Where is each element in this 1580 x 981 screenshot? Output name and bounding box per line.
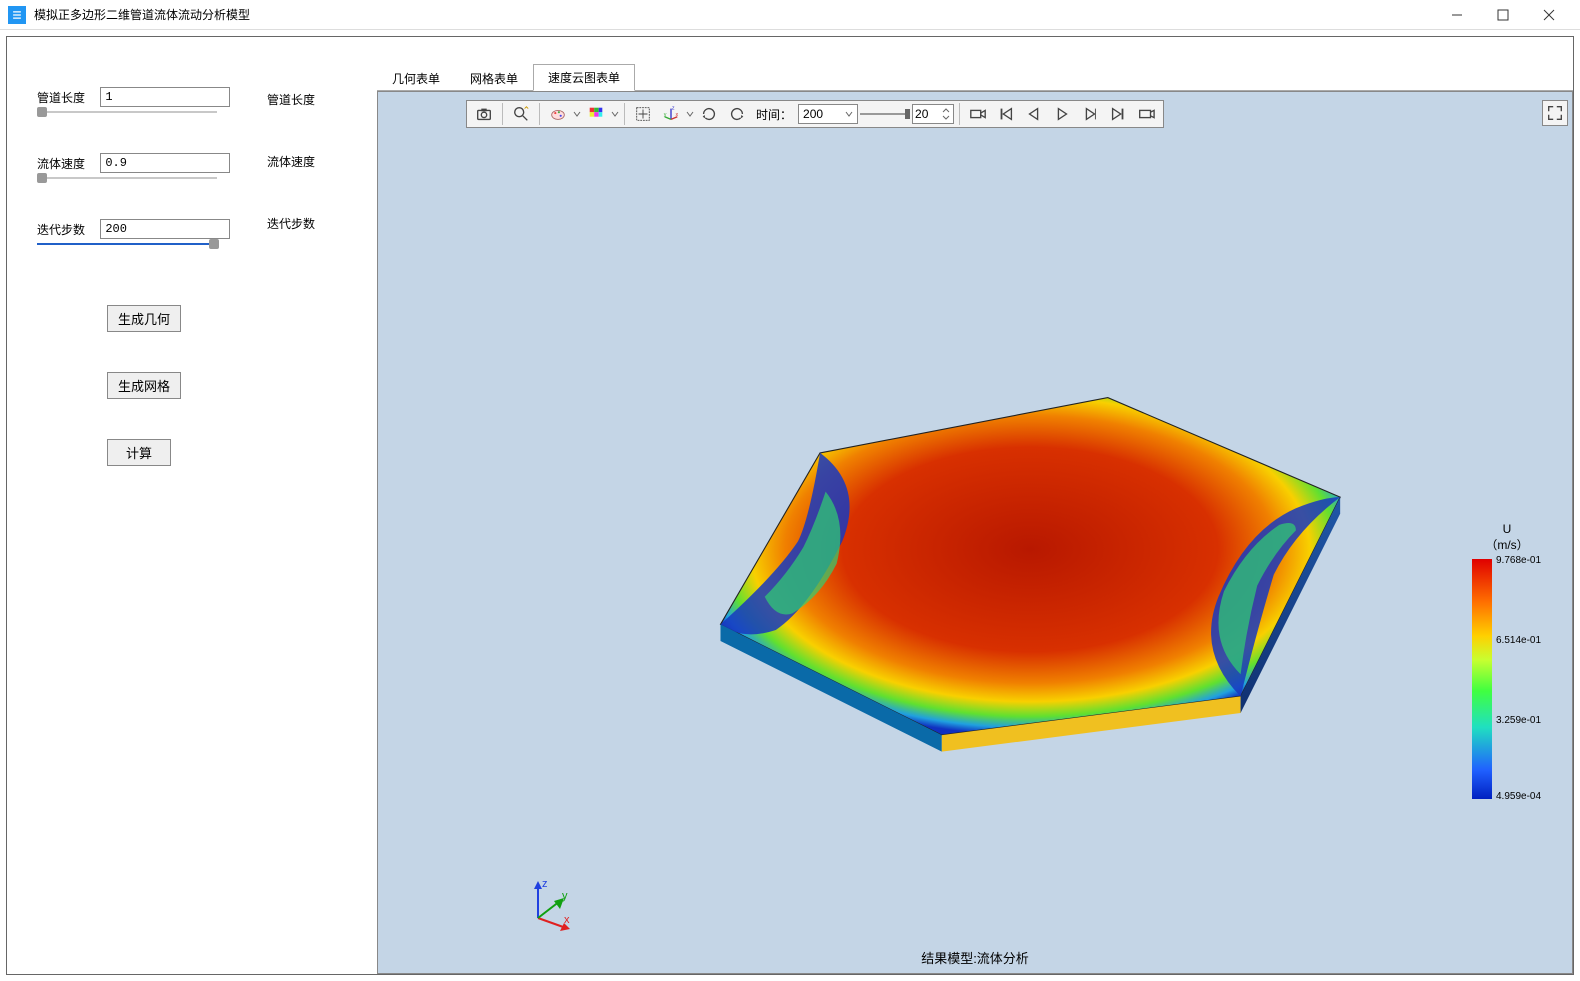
- prev-frame-button[interactable]: [1021, 102, 1047, 126]
- scene-canvas[interactable]: z x y U（m/s） 9.768e-01: [378, 132, 1572, 973]
- parameter-panel: 管道长度 管道长度 流体速度 流体速度 迭代步数 迭代步数 生成几何 生成网格: [7, 67, 377, 526]
- param-steps-echo: 迭代步数: [267, 215, 315, 232]
- loop-button[interactable]: [1133, 102, 1159, 126]
- svg-text:y: y: [664, 112, 667, 118]
- results-panel: 几何表单 网格表单 速度云图表单 zxy 时间：: [377, 67, 1573, 974]
- screenshot-button[interactable]: [471, 102, 497, 126]
- legend-tick-max: 9.768e-01: [1496, 555, 1541, 566]
- legend-tick-3: 3.259e-01: [1496, 715, 1541, 726]
- color-legend: U（m/s） 9.768e-01 6.514e-01 3.259e-01 4.9…: [1472, 522, 1542, 799]
- titlebar: 模拟正多边形二维管道流体流动分析模型: [0, 0, 1580, 30]
- first-frame-button[interactable]: [993, 102, 1019, 126]
- fps-spinner[interactable]: 20: [912, 104, 954, 124]
- zoom-button[interactable]: [508, 102, 534, 126]
- param-steps-slider[interactable]: [37, 243, 217, 245]
- colormap-button[interactable]: [583, 102, 609, 126]
- close-button[interactable]: [1526, 0, 1572, 30]
- viewer-3d[interactable]: zxy 时间： 200 20: [377, 91, 1573, 974]
- param-length-slider[interactable]: [37, 111, 217, 113]
- axis-z-label: z: [542, 878, 548, 890]
- compute-button[interactable]: 计算: [107, 439, 171, 466]
- record-button[interactable]: [965, 102, 991, 126]
- legend-tick-min: 4.959e-04: [1496, 791, 1541, 802]
- play-button[interactable]: [1049, 102, 1075, 126]
- legend-tick-2: 6.514e-01: [1496, 635, 1541, 646]
- axis-triad: z x y: [518, 873, 578, 933]
- fit-view-button[interactable]: [630, 102, 656, 126]
- time-label: 时间：: [752, 106, 796, 123]
- generate-mesh-button[interactable]: 生成网格: [107, 372, 181, 399]
- param-length-input[interactable]: [100, 87, 230, 107]
- svg-text:z: z: [672, 106, 675, 112]
- minimize-button[interactable]: [1434, 0, 1480, 30]
- result-caption: 结果模型:流体分析: [921, 948, 1029, 967]
- param-velocity-echo: 流体速度: [267, 153, 315, 170]
- param-length-label: 管道长度: [37, 89, 97, 106]
- time-dropdown[interactable]: 200: [798, 104, 858, 124]
- maximize-button[interactable]: [1480, 0, 1526, 30]
- next-frame-button[interactable]: [1077, 102, 1103, 126]
- param-steps-label: 迭代步数: [37, 221, 97, 238]
- tab-velocity-contour[interactable]: 速度云图表单: [533, 64, 635, 91]
- action-buttons: 生成几何 生成网格 计算: [37, 305, 347, 506]
- rotate-ccw-button[interactable]: [696, 102, 722, 126]
- axes-button[interactable]: zx y: [658, 102, 684, 126]
- fullscreen-button[interactable]: [1542, 100, 1568, 126]
- param-velocity-input[interactable]: [100, 153, 230, 173]
- rotate-cw-button[interactable]: [724, 102, 750, 126]
- param-steps-input[interactable]: [100, 219, 230, 239]
- palette-button[interactable]: [545, 102, 571, 126]
- last-frame-button[interactable]: [1105, 102, 1131, 126]
- axis-x-label: x: [564, 914, 570, 926]
- time-slider[interactable]: [860, 104, 910, 124]
- tab-geometry[interactable]: 几何表单: [377, 65, 455, 91]
- tab-mesh[interactable]: 网格表单: [455, 65, 533, 91]
- param-velocity-slider[interactable]: [37, 177, 217, 179]
- app-icon: [8, 6, 26, 24]
- legend-colorbar: [1472, 559, 1492, 799]
- window-title: 模拟正多边形二维管道流体流动分析模型: [34, 6, 1434, 23]
- svg-text:x: x: [676, 112, 679, 118]
- generate-geometry-button[interactable]: 生成几何: [107, 305, 181, 332]
- viewer-toolbar: zx y 时间： 200 20: [466, 100, 1164, 128]
- param-length-echo: 管道长度: [267, 91, 315, 108]
- axis-y-label: y: [562, 890, 568, 902]
- param-velocity-label: 流体速度: [37, 155, 97, 172]
- tabs: 几何表单 网格表单 速度云图表单: [377, 67, 1573, 91]
- client-area: 管道长度 管道长度 流体速度 流体速度 迭代步数 迭代步数 生成几何 生成网格: [6, 36, 1574, 975]
- legend-title: U（m/s）: [1472, 522, 1542, 553]
